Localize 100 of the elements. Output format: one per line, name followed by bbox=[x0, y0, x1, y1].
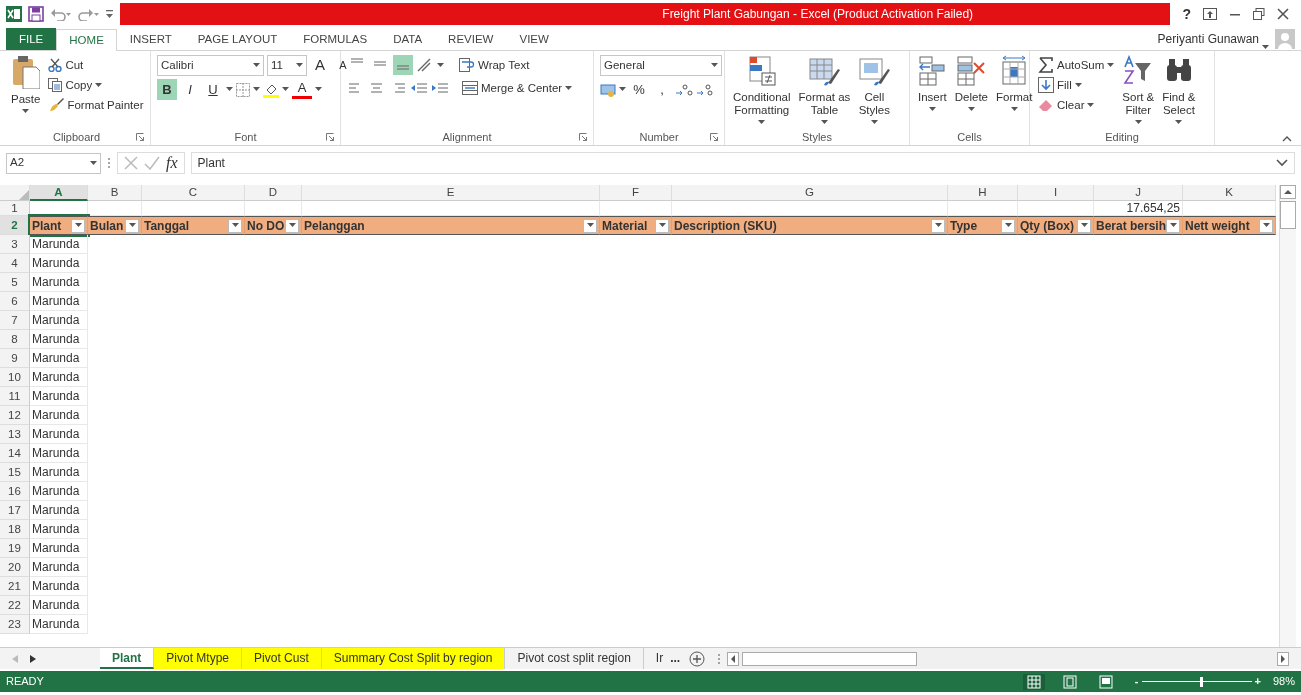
collapse-ribbon-icon[interactable] bbox=[1282, 134, 1292, 142]
next-sheet-icon[interactable] bbox=[30, 654, 36, 663]
decrease-indent-icon[interactable] bbox=[410, 80, 428, 96]
menu-tab[interactable]: FORMULAS bbox=[290, 28, 381, 50]
row-header[interactable]: 21 bbox=[0, 577, 30, 596]
save-icon[interactable] bbox=[28, 6, 44, 22]
column-header[interactable]: H bbox=[948, 185, 1018, 201]
bold-button[interactable]: B bbox=[157, 79, 177, 100]
row-header[interactable]: 17 bbox=[0, 501, 30, 520]
more-sheets-button[interactable]: ... bbox=[667, 648, 684, 669]
row-header[interactable]: 3 bbox=[0, 235, 30, 254]
row-header[interactable]: 18 bbox=[0, 520, 30, 539]
row-header[interactable]: 5 bbox=[0, 273, 30, 292]
decrease-decimal-icon[interactable] bbox=[696, 82, 714, 97]
row-header[interactable]: 16 bbox=[0, 482, 30, 501]
zoom-out-button[interactable]: - bbox=[1134, 673, 1139, 690]
name-box[interactable]: A2 bbox=[6, 152, 101, 174]
row-header[interactable]: 15 bbox=[0, 463, 30, 482]
row-header[interactable]: 10 bbox=[0, 368, 30, 387]
customize-icon[interactable] bbox=[106, 9, 114, 19]
fill-button[interactable]: Fill bbox=[1036, 75, 1117, 95]
menu-tab[interactable]: INSERT bbox=[116, 28, 185, 50]
row-header[interactable]: 13 bbox=[0, 425, 30, 444]
column-header[interactable]: I bbox=[1018, 185, 1094, 201]
autosum-button[interactable]: AutoSum bbox=[1036, 55, 1117, 75]
filter-button[interactable] bbox=[1077, 218, 1091, 233]
dialog-launcher-icon[interactable] bbox=[326, 133, 334, 141]
increase-decimal-icon[interactable] bbox=[675, 82, 693, 97]
filter-button[interactable] bbox=[285, 218, 299, 233]
restore-icon[interactable] bbox=[1253, 8, 1265, 20]
scroll-left-icon[interactable] bbox=[727, 651, 740, 666]
column-header[interactable]: C bbox=[142, 185, 245, 201]
format-button[interactable]: Format bbox=[994, 55, 1035, 129]
row-header[interactable]: 22 bbox=[0, 596, 30, 615]
sheet-tab[interactable]: Ir bbox=[643, 648, 668, 669]
menu-tab[interactable]: REVIEW bbox=[435, 28, 507, 50]
zoom-in-button[interactable]: + bbox=[1254, 673, 1261, 690]
spreadsheet-logo-icon[interactable] bbox=[6, 6, 22, 22]
format-painter-button[interactable]: Format Painter bbox=[46, 95, 146, 115]
ribbon-display-icon[interactable] bbox=[1203, 8, 1217, 20]
font-size-field[interactable]: 11 bbox=[267, 55, 307, 76]
row-header[interactable]: 2 bbox=[0, 216, 30, 235]
merge-center-button[interactable]: Merge & Center bbox=[460, 78, 575, 98]
filter-button[interactable] bbox=[655, 218, 669, 233]
insert-function-button[interactable]: fx bbox=[166, 151, 178, 175]
row-header[interactable]: 19 bbox=[0, 539, 30, 558]
undo-icon[interactable] bbox=[50, 7, 72, 21]
column-header[interactable]: E bbox=[302, 185, 600, 201]
font-name-field[interactable]: Calibri bbox=[157, 55, 264, 76]
cut-button[interactable]: Cut bbox=[46, 55, 146, 75]
menu-tab[interactable]: PAGE LAYOUT bbox=[184, 28, 291, 50]
sheet-tab[interactable]: Pivot Mtype bbox=[154, 648, 243, 669]
number-format-field[interactable]: General bbox=[600, 55, 722, 76]
filter-button[interactable] bbox=[931, 218, 945, 233]
vertical-scrollbar[interactable] bbox=[1279, 185, 1296, 647]
column-header[interactable]: J bbox=[1094, 185, 1183, 201]
currency-icon[interactable] bbox=[600, 81, 616, 98]
column-header[interactable]: B bbox=[88, 185, 142, 201]
copy-button[interactable]: Copy bbox=[46, 75, 146, 95]
row-header[interactable]: 9 bbox=[0, 349, 30, 368]
column-header[interactable]: D bbox=[245, 185, 302, 201]
row-header[interactable]: 14 bbox=[0, 444, 30, 463]
expand-formula-icon[interactable] bbox=[1276, 159, 1288, 167]
sheet-tab[interactable]: Plant bbox=[100, 648, 155, 669]
filter-button[interactable] bbox=[71, 218, 85, 233]
underline-button[interactable]: U bbox=[203, 79, 223, 100]
slider-thumb[interactable] bbox=[1199, 676, 1203, 687]
formula-field[interactable]: Plant bbox=[190, 152, 1295, 174]
delete-button[interactable]: Delete bbox=[952, 55, 990, 129]
row-header[interactable]: 20 bbox=[0, 558, 30, 577]
percent-button[interactable]: % bbox=[629, 79, 649, 100]
menu-tab[interactable]: VIEW bbox=[506, 28, 562, 50]
user-name[interactable]: Periyanti Gunawan bbox=[1157, 29, 1259, 50]
sheet-tab[interactable]: Pivot Cust bbox=[242, 648, 322, 669]
clear-button[interactable]: Clear bbox=[1036, 95, 1117, 115]
row-header[interactable]: 7 bbox=[0, 311, 30, 330]
borders-icon[interactable] bbox=[236, 82, 250, 97]
dialog-launcher-icon[interactable] bbox=[136, 133, 144, 141]
scrollbar-thumb[interactable] bbox=[1280, 201, 1296, 229]
row-header[interactable]: 11 bbox=[0, 387, 30, 406]
row-header[interactable]: 12 bbox=[0, 406, 30, 425]
column-header[interactable]: G bbox=[672, 185, 948, 201]
font-color-button[interactable]: A bbox=[292, 80, 312, 99]
increase-font-size-button[interactable]: A bbox=[310, 55, 330, 76]
decrease-font-size-button[interactable]: A bbox=[333, 55, 353, 76]
dialog-launcher-icon[interactable] bbox=[710, 133, 718, 141]
filter-button[interactable] bbox=[1001, 218, 1015, 233]
close-icon[interactable] bbox=[1277, 8, 1289, 20]
normal-view-icon[interactable] bbox=[1020, 673, 1047, 690]
sheet-tab[interactable]: Pivot cost split region bbox=[505, 648, 644, 669]
filter-button[interactable] bbox=[1166, 218, 1181, 233]
add-sheet-icon[interactable] bbox=[689, 650, 706, 667]
find-select-button[interactable]: Find & Select bbox=[1160, 55, 1198, 129]
row-header[interactable]: 8 bbox=[0, 330, 30, 349]
column-header[interactable]: A bbox=[30, 185, 88, 201]
cell-styles-button[interactable]: Cell Styles bbox=[856, 55, 893, 129]
row-header[interactable]: 23 bbox=[0, 615, 30, 634]
paste-button[interactable]: Paste bbox=[9, 55, 43, 129]
column-header[interactable]: K bbox=[1183, 185, 1276, 201]
menu-tab[interactable]: FILE bbox=[6, 28, 57, 50]
